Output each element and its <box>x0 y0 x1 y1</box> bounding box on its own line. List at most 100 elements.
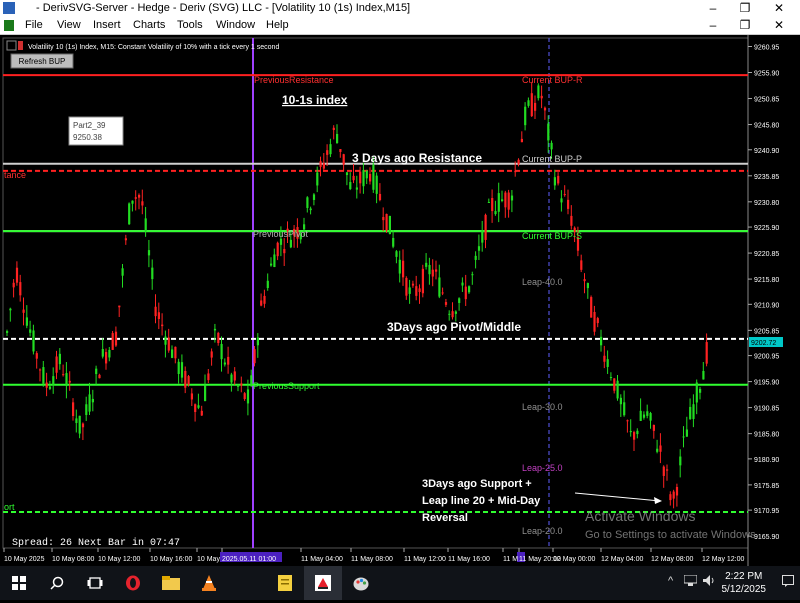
candle-body <box>659 445 662 452</box>
candle-body <box>15 267 19 283</box>
candle-body <box>464 286 467 300</box>
paint-icon[interactable] <box>342 566 380 600</box>
menu-help[interactable]: Help <box>266 19 289 31</box>
time-tick-label: 11 May 16:00 <box>448 556 490 563</box>
candle-body <box>682 436 685 438</box>
price-tick-label: 9170.95 <box>754 508 779 515</box>
chart-header-text: Volatility 10 (1s) Index, M15: Constant … <box>28 44 279 51</box>
candle-body <box>428 264 431 275</box>
previous-resistance-label: PreviousResistance <box>254 75 334 85</box>
menu-file[interactable]: File <box>25 19 43 31</box>
candle-body <box>642 414 646 418</box>
price-tick-label: 9230.80 <box>754 200 779 207</box>
menu-view[interactable]: View <box>57 19 81 31</box>
current-bup-s-label: Current BUP-S <box>522 231 582 241</box>
candle-body <box>699 388 702 393</box>
candle-body <box>402 260 405 278</box>
deriv-mt5-icon[interactable] <box>304 566 342 600</box>
tray-expand-icon[interactable]: ^ <box>668 575 673 587</box>
candle-body <box>600 336 603 346</box>
mdi-close-button[interactable]: ✕ <box>764 17 794 34</box>
restore-button[interactable]: ❐ <box>728 0 762 17</box>
candle-body <box>365 170 368 179</box>
menu-tools[interactable]: Tools <box>177 19 203 31</box>
candle-body <box>633 432 636 440</box>
candle-body <box>438 277 441 297</box>
menu-insert[interactable]: Insert <box>93 19 121 31</box>
price-tick-label: 9225.90 <box>754 225 779 232</box>
notifications-icon[interactable] <box>782 575 794 590</box>
minimize-button[interactable]: – <box>696 0 730 17</box>
candle-body <box>471 274 474 276</box>
candle-body <box>6 331 9 333</box>
candle-body <box>590 297 593 318</box>
activate-windows-watermark: Activate Windows <box>585 508 695 524</box>
trade-icon <box>18 41 23 50</box>
close-button[interactable]: ✕ <box>762 0 796 17</box>
candle-body <box>157 312 160 319</box>
mdi-minimize-button[interactable]: – <box>698 17 728 34</box>
candle-body <box>583 279 586 282</box>
candle-body <box>606 359 609 367</box>
candle-body <box>580 260 583 270</box>
candle-body <box>207 373 210 381</box>
title-bar: - DerivSVG-Server - Hedge - Deriv (SVG) … <box>0 0 800 17</box>
candle-body <box>689 406 692 420</box>
support-edge-label: ort <box>4 502 15 512</box>
candle-body <box>411 283 415 286</box>
file-explorer-icon[interactable] <box>152 566 190 600</box>
app-icon <box>3 2 15 14</box>
candle-body <box>319 161 322 167</box>
price-chart[interactable]: 9260.95 9255.90 9250.85 9245.80 9240.90 9235.… <box>0 35 800 566</box>
mdi-restore-button[interactable]: ❐ <box>730 17 760 34</box>
chart-window[interactable]: 9260.95 9255.90 9250.85 9245.80 9240.90 9235.… <box>0 35 800 566</box>
candle-body <box>421 268 424 294</box>
candle-body <box>477 246 481 251</box>
candle-body <box>666 469 669 471</box>
candle-body <box>639 410 642 421</box>
three-days-pivot-label: 3Days ago Pivot/Middle <box>387 320 521 334</box>
menu-window[interactable]: Window <box>216 19 255 31</box>
candle-body <box>510 195 514 201</box>
candle-body <box>171 349 174 358</box>
search-icon[interactable] <box>38 566 76 600</box>
candle-body <box>392 237 395 247</box>
candle-body <box>147 250 151 256</box>
volume-icon[interactable] <box>703 575 716 589</box>
candle-body <box>507 192 510 210</box>
price-tick-label: 9250.85 <box>754 97 779 104</box>
candle-body <box>167 337 170 351</box>
candle-body <box>276 242 279 257</box>
price-tick-label: 9200.95 <box>754 354 779 361</box>
candle-body <box>32 330 35 352</box>
candle-body <box>306 197 309 208</box>
vlc-icon[interactable] <box>190 566 228 600</box>
vertical-lines <box>252 38 550 548</box>
time-tick-label: 12 May 12:00 <box>702 556 745 563</box>
candle-body <box>672 491 675 499</box>
candle-body <box>557 175 560 184</box>
windows-start-icon[interactable] <box>0 566 38 600</box>
candle-body <box>553 177 556 186</box>
candle-body <box>636 430 639 435</box>
candle-body <box>243 393 246 400</box>
price-tick-label: 9215.80 <box>754 277 779 284</box>
price-tooltip: Part2_39 9250.38 <box>68 116 124 146</box>
price-tick-label: 9235.85 <box>754 174 779 181</box>
candle-body <box>372 164 375 190</box>
candle-body <box>534 102 537 111</box>
notepad-icon[interactable] <box>266 566 304 600</box>
candle-body <box>164 336 167 345</box>
task-view-icon[interactable] <box>76 566 114 600</box>
opera-browser-icon[interactable] <box>114 566 152 600</box>
candle-body <box>613 378 616 391</box>
window-title: - DerivSVG-Server - Hedge - Deriv (SVG) … <box>36 2 411 14</box>
candle-body <box>329 144 332 155</box>
candle-body <box>563 194 566 196</box>
menu-charts[interactable]: Charts <box>133 19 165 31</box>
taskbar-clock[interactable]: 2:22 PM 5/12/2025 <box>722 570 767 596</box>
candle-body <box>9 308 12 311</box>
candle-body <box>514 171 517 173</box>
network-icon[interactable] <box>683 574 698 589</box>
refresh-bup-button[interactable]: Refresh BUP <box>10 53 74 69</box>
